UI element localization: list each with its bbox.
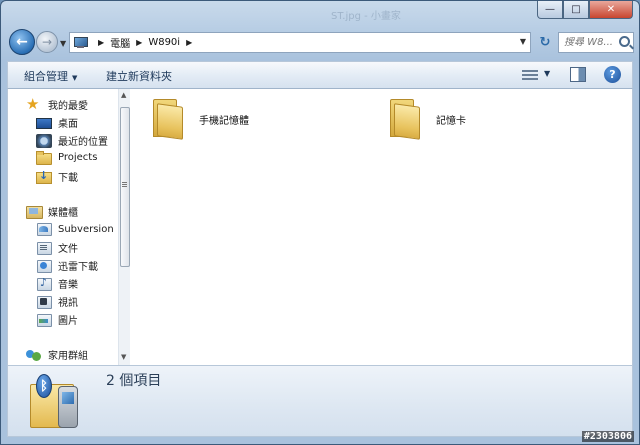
file-list: 手機記憶體 記憶卡: [131, 89, 632, 365]
view-options-dropdown[interactable]: ▼: [544, 69, 550, 78]
file-name: 記憶卡: [436, 115, 466, 127]
favorites-star-icon: [26, 95, 42, 113]
address-dropdown-icon[interactable]: ▼: [520, 37, 526, 46]
chevron-down-icon: ▼: [72, 74, 78, 82]
nav-item-label: 圖片: [58, 316, 78, 327]
search-icon[interactable]: [619, 36, 630, 47]
bluetooth-icon: ᛒ: [36, 374, 52, 398]
new-folder-button[interactable]: 建立新資料夾: [106, 68, 172, 84]
nav-item-video[interactable]: 視訊: [36, 294, 78, 309]
file-name: 手機記憶體: [199, 115, 249, 127]
command-bar: 組合管理 ▼ 建立新資料夾 ▼ ?: [7, 61, 633, 89]
nav-item-downloads[interactable]: 下載: [36, 169, 78, 184]
forward-arrow-icon: →: [41, 35, 53, 49]
maximize-button[interactable]: □: [563, 1, 589, 19]
music-icon: [36, 276, 52, 291]
chevron-right-icon[interactable]: ▶: [136, 38, 142, 47]
nav-libraries[interactable]: 媒體櫃: [26, 204, 78, 219]
navigation-scrollbar[interactable]: ▲ ▼: [118, 89, 130, 365]
breadcrumb-computer[interactable]: 電腦: [110, 35, 130, 50]
nav-item-projects[interactable]: Projects: [36, 151, 98, 165]
desktop-icon: [36, 117, 52, 129]
chevron-right-icon[interactable]: ▶: [186, 38, 192, 47]
nav-favorites-label: 我的最愛: [48, 101, 88, 112]
organize-menu[interactable]: 組合管理 ▼: [24, 68, 77, 84]
navigation-pane: 我的最愛 桌面 最近的位置 Projects 下載 媒體櫃: [8, 89, 118, 365]
nav-item-label: 下載: [58, 173, 78, 184]
explorer-window: ST.jpg - 小畫家 — □ ✕ ← → ▼ ▶ 電腦 ▶ W890i ▶ …: [0, 0, 640, 445]
title-bar[interactable]: ST.jpg - 小畫家 — □ ✕: [1, 1, 639, 23]
chevron-right-icon[interactable]: ▶: [98, 38, 104, 47]
nav-favorites[interactable]: 我的最愛: [26, 95, 88, 113]
documents-icon: [36, 241, 52, 255]
close-button[interactable]: ✕: [589, 1, 633, 19]
item-count: 2 個項目: [106, 373, 162, 389]
forward-button[interactable]: →: [36, 31, 58, 53]
libraries-icon: [26, 205, 43, 219]
folder-icon: [36, 151, 52, 165]
search-box[interactable]: [558, 32, 634, 53]
change-view-icon[interactable]: [522, 68, 538, 82]
phone-icon: [58, 386, 78, 428]
nav-item-desktop[interactable]: 桌面: [36, 115, 78, 130]
downloads-icon: [36, 169, 52, 184]
content-area: 我的最愛 桌面 最近的位置 Projects 下載 媒體櫃: [7, 89, 633, 365]
homegroup-icon: [26, 348, 42, 362]
nav-homegroup[interactable]: 家用群組: [26, 347, 88, 362]
folder-icon: [151, 99, 187, 140]
video-icon: [36, 295, 52, 309]
back-arrow-icon: ←: [16, 34, 28, 50]
scroll-up-icon[interactable]: ▲: [121, 91, 126, 99]
nav-item-music[interactable]: 音樂: [36, 276, 78, 291]
pictures-icon: [36, 313, 52, 327]
nav-homegroup-label: 家用群組: [48, 351, 88, 362]
organize-label: 組合管理: [24, 70, 68, 83]
nav-item-label: Projects: [58, 151, 98, 163]
thunder-download-icon: [36, 259, 52, 273]
breadcrumb-w890i[interactable]: W890i: [148, 37, 180, 48]
nav-item-thunder-download[interactable]: 迅雷下載: [36, 258, 98, 273]
address-row: ← → ▼ ▶ 電腦 ▶ W890i ▶ ▼ ↻: [1, 25, 639, 59]
nav-libraries-label: 媒體櫃: [48, 208, 78, 219]
subversion-library-icon: [36, 222, 52, 236]
search-input[interactable]: [564, 37, 616, 48]
preview-pane-icon[interactable]: [570, 67, 586, 82]
back-button[interactable]: ←: [9, 29, 35, 55]
nav-item-pictures[interactable]: 圖片: [36, 312, 78, 327]
help-button[interactable]: ?: [604, 66, 621, 83]
nav-item-label: 文件: [58, 244, 78, 255]
bluetooth-phone-folder-icon: ᛒ: [26, 370, 86, 434]
nav-item-label: Subversion: [58, 223, 114, 235]
nav-item-label: 視訊: [58, 298, 78, 309]
minimize-button[interactable]: —: [537, 1, 563, 19]
refresh-button[interactable]: ↻: [535, 32, 555, 53]
folder-icon: [388, 99, 424, 140]
file-item[interactable]: 手機記憶體: [151, 99, 249, 140]
nav-item-subversion[interactable]: Subversion: [36, 222, 114, 236]
refresh-icon: ↻: [539, 35, 551, 50]
scrollbar-grip: [122, 182, 127, 183]
window-controls: — □ ✕: [537, 1, 633, 19]
recent-places-icon: [36, 133, 52, 148]
nav-item-label: 音樂: [58, 280, 78, 291]
nav-item-recent-places[interactable]: 最近的位置: [36, 133, 108, 148]
recent-pages-dropdown[interactable]: ▼: [60, 39, 66, 48]
nav-item-label: 迅雷下載: [58, 262, 98, 273]
address-bar[interactable]: ▶ 電腦 ▶ W890i ▶ ▼: [69, 32, 531, 53]
nav-item-label: 最近的位置: [58, 137, 108, 148]
nav-item-documents[interactable]: 文件: [36, 240, 78, 255]
background-window-title: ST.jpg - 小畫家: [331, 11, 401, 22]
file-item[interactable]: 記憶卡: [388, 99, 466, 140]
scroll-down-icon[interactable]: ▼: [121, 353, 126, 361]
scrollbar-thumb[interactable]: [120, 107, 130, 267]
computer-icon: [74, 36, 88, 49]
watermark: #2303806: [581, 431, 634, 442]
nav-item-label: 桌面: [58, 119, 78, 130]
details-pane: ᛒ 2 個項目: [7, 365, 633, 437]
